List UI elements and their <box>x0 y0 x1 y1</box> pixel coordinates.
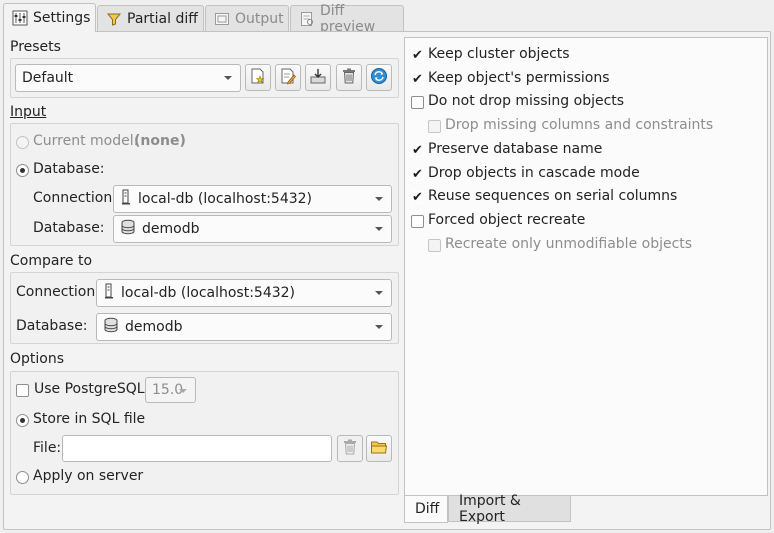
tab-settings-label: Settings <box>33 10 91 26</box>
chevron-down-icon <box>179 389 187 393</box>
delete-icon <box>340 67 358 89</box>
tab-output-label: Output <box>235 10 284 27</box>
compare-database-select[interactable]: demodb <box>96 313 392 341</box>
edit-preset-button[interactable] <box>275 64 301 91</box>
diff-option-label: Do not drop missing objects <box>428 93 625 109</box>
current-model-radio[interactable] <box>16 136 29 149</box>
current-model-value: (none) <box>134 133 186 149</box>
file-label: File: <box>33 440 62 456</box>
delete-icon <box>341 438 359 460</box>
use-postgresql-label: Use PostgreSQL: <box>34 381 150 397</box>
reload-icon <box>370 67 388 89</box>
delete-preset-button[interactable] <box>336 64 362 91</box>
folder-icon <box>370 438 388 460</box>
diff-option-checkbox[interactable] <box>428 120 441 133</box>
apply-server-label: Apply on server <box>33 468 144 484</box>
main-tab-bar: Settings Partial diff Output Diff previe… <box>0 0 774 35</box>
tab-diff-label: Diff <box>415 501 440 517</box>
diff-option-checkbox[interactable] <box>411 96 424 109</box>
diff-preview-icon <box>299 11 315 27</box>
diff-option-checkbox[interactable]: ✔ <box>411 144 424 157</box>
tab-output[interactable]: Output <box>205 5 289 31</box>
tab-partial-diff[interactable]: Partial diff <box>97 5 204 31</box>
tab-partial-diff-label: Partial diff <box>127 10 198 27</box>
diff-option-checkbox[interactable]: ✔ <box>411 49 424 62</box>
compare-database-label: Database: <box>16 318 88 334</box>
tab-import-export-label: Import & Export <box>459 492 521 525</box>
diff-option-label: Forced object recreate <box>428 212 586 228</box>
current-model-label: Current model: <box>33 133 139 149</box>
save-preset-button[interactable] <box>305 64 331 91</box>
store-sql-radio[interactable] <box>16 414 29 427</box>
input-connection-select[interactable]: local-db (localhost:5432) <box>113 185 392 213</box>
preset-select-value: Default <box>22 70 74 86</box>
new-preset-icon <box>249 67 267 89</box>
diff-option-checkbox[interactable]: ✔ <box>411 191 424 204</box>
apply-server-radio[interactable] <box>16 471 29 484</box>
chevron-down-icon <box>224 76 232 80</box>
diff-option-checkbox[interactable]: ✔ <box>411 168 424 181</box>
tab-settings[interactable]: Settings <box>3 3 96 32</box>
edit-preset-icon <box>279 67 297 89</box>
filter-icon <box>106 11 122 27</box>
browse-file-button[interactable] <box>366 435 392 462</box>
input-title: Input <box>10 104 46 120</box>
chevron-down-icon <box>375 197 383 201</box>
clear-file-button[interactable] <box>337 435 363 462</box>
compare-database-value: demodb <box>125 319 183 335</box>
tab-diff-preview-label: Diff preview <box>320 2 376 35</box>
chevron-down-icon <box>375 227 383 231</box>
diff-option-label: Reuse sequences on serial columns <box>428 188 678 204</box>
input-connection-label: Connection: <box>33 190 117 206</box>
settings-icon <box>12 10 28 26</box>
input-database-label: Database: <box>33 220 105 236</box>
input-connection-value: local-db (localhost:5432) <box>138 191 313 207</box>
chevron-down-icon <box>375 291 383 295</box>
server-icon <box>103 283 115 303</box>
preset-select[interactable]: Default <box>15 64 241 92</box>
diff-option-checkbox[interactable] <box>428 239 441 252</box>
diff-option-label: Keep cluster objects <box>428 46 570 62</box>
file-path-input[interactable] <box>62 435 332 462</box>
database-icon <box>120 219 136 239</box>
use-postgresql-checkbox[interactable] <box>16 384 29 397</box>
options-title: Options <box>10 351 65 367</box>
database-icon <box>103 317 119 337</box>
input-database-value: demodb <box>142 221 200 237</box>
diff-option-label: Preserve database name <box>428 141 603 157</box>
diff-option-label: Drop missing columns and constraints <box>445 117 714 133</box>
pg-version-select[interactable]: 15.0 <box>145 377 196 403</box>
compare-title: Compare to <box>10 253 93 269</box>
tab-diff[interactable]: Diff <box>404 496 448 523</box>
compare-connection-select[interactable]: local-db (localhost:5432) <box>96 279 392 307</box>
tab-import-export[interactable]: Import & Export <box>448 492 571 525</box>
diff-option-label: Drop objects in cascade mode <box>428 165 640 181</box>
database-radio[interactable] <box>16 164 29 177</box>
diff-option-label: Keep object's permissions <box>428 70 610 86</box>
server-icon <box>120 189 132 209</box>
input-database-select[interactable]: demodb <box>113 215 392 243</box>
store-sql-label: Store in SQL file <box>33 411 146 427</box>
new-preset-button[interactable] <box>245 64 271 91</box>
reload-preset-button[interactable] <box>366 64 392 91</box>
diff-option-checkbox[interactable]: ✔ <box>411 73 424 86</box>
diff-option-checkbox[interactable] <box>411 215 424 228</box>
tab-diff-preview[interactable]: Diff preview <box>290 3 404 35</box>
output-icon <box>214 11 230 27</box>
chevron-down-icon <box>375 325 383 329</box>
compare-connection-value: local-db (localhost:5432) <box>121 285 296 301</box>
database-radio-label: Database: <box>33 161 105 177</box>
compare-connection-label: Connection: <box>16 284 100 300</box>
input-title-text: Input <box>10 104 47 120</box>
diff-option-label: Recreate only unmodifiable objects <box>445 236 693 252</box>
presets-title: Presets <box>10 39 61 55</box>
save-preset-icon <box>309 67 327 89</box>
